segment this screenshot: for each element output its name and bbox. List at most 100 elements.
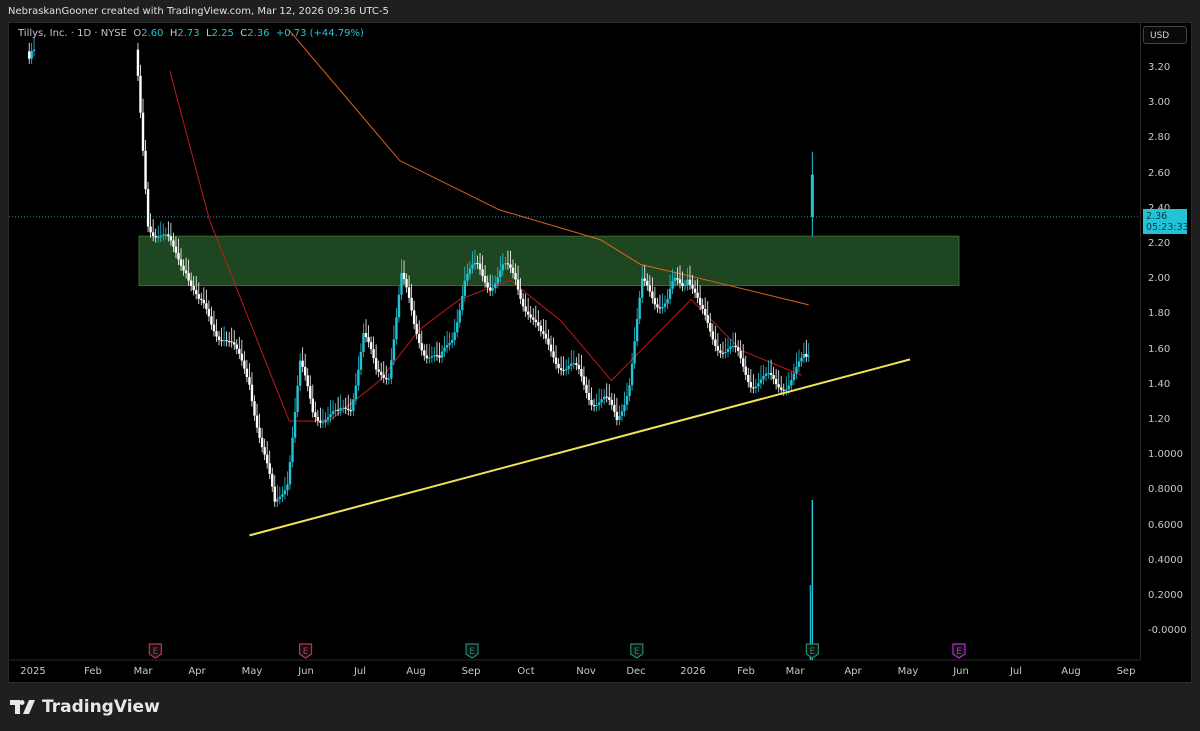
candle-body xyxy=(478,263,482,270)
x-tick-label: Feb xyxy=(737,666,755,677)
candle-body xyxy=(537,322,540,326)
candle-body xyxy=(511,267,515,274)
candle-body xyxy=(721,352,725,354)
candle-body xyxy=(762,375,765,380)
currency-button[interactable]: USD xyxy=(1143,26,1187,44)
symbol-info[interactable]: Tillys, Inc. · 1D · NYSE xyxy=(18,28,127,39)
x-tick-label: Dec xyxy=(626,666,646,677)
tradingview-logo-icon xyxy=(10,700,35,714)
candle-body xyxy=(174,246,178,253)
candle-body xyxy=(245,368,249,378)
candle-body xyxy=(643,278,646,281)
chart-canvas[interactable]: EEEEEE xyxy=(0,0,1200,731)
candle-body xyxy=(189,280,193,286)
candle-body xyxy=(347,408,350,411)
candle-body xyxy=(739,350,742,359)
candle-body xyxy=(407,287,411,298)
last-candle-body xyxy=(810,174,814,217)
candle-body xyxy=(354,385,358,400)
candle-body xyxy=(263,447,266,455)
candle-body xyxy=(572,363,575,365)
candle-body xyxy=(580,368,583,377)
candle-body xyxy=(468,268,472,275)
brand-name: TradingView xyxy=(42,697,160,717)
candle-body xyxy=(418,334,421,344)
change-value: +0.73 (+44.79%) xyxy=(275,28,364,39)
candle-body xyxy=(559,368,563,371)
y-tick-label: 0.4000 xyxy=(1148,554,1183,566)
candle-body xyxy=(521,298,525,307)
x-tick-label: Nov xyxy=(576,666,596,677)
candle-body xyxy=(141,112,145,151)
candle-body xyxy=(374,358,378,370)
candle-body xyxy=(162,234,165,236)
candle-body xyxy=(390,360,393,379)
open-value: 2.60 xyxy=(141,28,164,39)
candle-body xyxy=(329,414,332,418)
candle-body xyxy=(352,399,355,411)
candle-body xyxy=(729,346,732,349)
candle-body xyxy=(435,355,439,357)
x-tick-label: May xyxy=(897,666,919,677)
candle-body xyxy=(357,369,360,386)
candle-body xyxy=(628,385,631,397)
candle-body xyxy=(797,361,801,367)
candle-body xyxy=(341,407,345,409)
candle-body xyxy=(562,370,565,372)
candle-body xyxy=(362,333,365,352)
candle-body xyxy=(220,339,223,342)
candle-body xyxy=(450,340,454,343)
candle-body xyxy=(471,264,474,269)
candle-body xyxy=(577,364,581,369)
candle-body xyxy=(238,348,241,354)
candle-body xyxy=(159,235,162,237)
candle-body xyxy=(321,422,325,424)
candle-body xyxy=(28,51,31,59)
candle-body xyxy=(420,343,423,351)
candle-body xyxy=(443,347,446,352)
candle-body xyxy=(410,297,413,311)
candle-body xyxy=(392,339,396,361)
candle-body xyxy=(182,265,185,271)
candle-body xyxy=(787,385,791,390)
candle-body xyxy=(605,396,608,398)
candle-body xyxy=(250,384,254,402)
candle-body xyxy=(324,419,327,423)
candle-body xyxy=(488,287,492,291)
candle-body xyxy=(207,308,211,317)
candle-body xyxy=(620,411,624,417)
candle-body xyxy=(701,304,704,309)
candle-body xyxy=(734,345,737,348)
candle-body xyxy=(529,314,532,318)
candle-body xyxy=(587,393,591,401)
candle-body xyxy=(613,404,616,412)
candle-body xyxy=(754,386,758,389)
y-tick-label: 0.2000 xyxy=(1148,590,1183,601)
candle-body xyxy=(807,355,810,357)
candle-body xyxy=(785,389,788,391)
candle-body xyxy=(491,288,494,291)
candle-body xyxy=(486,282,489,288)
candle-body xyxy=(714,339,717,347)
candle-body xyxy=(693,288,697,293)
candle-body xyxy=(716,346,720,351)
candle-body xyxy=(681,283,684,287)
candle-body xyxy=(752,387,755,389)
candle-body xyxy=(412,310,416,324)
candle-body xyxy=(402,272,406,280)
y-tick-label: 2.00 xyxy=(1148,273,1171,285)
x-tick-label: Oct xyxy=(517,666,535,677)
candle-body xyxy=(314,412,317,418)
candle-body xyxy=(200,298,203,300)
candle-body xyxy=(747,374,750,383)
candle-body xyxy=(668,288,672,299)
candle-body xyxy=(169,236,173,241)
candle-body xyxy=(719,350,722,353)
candle-body xyxy=(367,337,370,343)
candle-body xyxy=(514,273,517,280)
candle-body xyxy=(736,347,740,351)
x-tick-label: Aug xyxy=(1061,666,1081,677)
last-price: 2.36 xyxy=(1146,211,1168,222)
candle-body xyxy=(603,396,606,400)
candle-body xyxy=(400,272,403,295)
